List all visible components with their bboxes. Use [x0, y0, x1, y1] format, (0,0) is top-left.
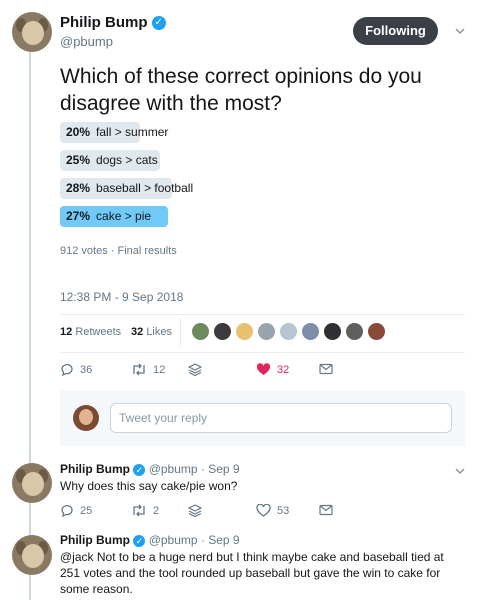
divider	[60, 352, 465, 353]
retweet-count: 2	[153, 504, 160, 517]
stack-icon	[188, 363, 202, 376]
reply-header: Philip Bump ✓ @pbump · Sep 9	[60, 462, 240, 476]
reply-text: @jack Not to be a huge nerd but I think …	[60, 550, 444, 596]
verified-icon: ✓	[151, 16, 166, 31]
like-action[interactable]: 32	[256, 363, 289, 376]
like-action[interactable]: 53	[256, 504, 289, 517]
likes-count: 32	[131, 326, 144, 338]
retweets-label: Retweets	[75, 326, 122, 338]
reply-author-avatar[interactable]	[12, 535, 52, 575]
verified-icon: ✓	[133, 463, 146, 476]
liker-avatar[interactable]	[280, 323, 297, 341]
verified-icon: ✓	[133, 534, 146, 547]
poll-option: 20% fall > summer	[60, 122, 360, 143]
message-action[interactable]	[319, 504, 339, 516]
reply-count: 25	[80, 504, 93, 517]
reply-input[interactable]: Tweet your reply	[110, 403, 452, 433]
liker-avatar[interactable]	[192, 323, 209, 341]
message-icon	[319, 504, 333, 516]
likes-label: Likes	[146, 326, 172, 338]
retweets-stat[interactable]: 12 Retweets	[60, 326, 121, 338]
dot-separator: ·	[200, 533, 205, 547]
liker-avatar[interactable]	[258, 323, 275, 341]
reply-author-handle[interactable]: @pbump	[149, 533, 198, 547]
poll-option-text: 25% dogs > cats	[66, 150, 158, 171]
chevron-down-icon[interactable]	[454, 26, 466, 36]
poll-percent: 28%	[66, 181, 91, 195]
reply-author-avatar[interactable]	[12, 463, 52, 503]
poll-label: fall > summer	[96, 125, 169, 139]
reply-count: 36	[80, 363, 93, 376]
retweet-action[interactable]: 2	[131, 504, 159, 517]
poll-label: cake > pie	[96, 209, 152, 223]
liker-avatar[interactable]	[236, 323, 253, 341]
poll: 20% fall > summer 25% dogs > cats 28% basebal…	[60, 122, 360, 232]
poll-percent: 25%	[66, 153, 91, 167]
poll-option: 28% baseball > football	[60, 178, 360, 199]
liker-avatar[interactable]	[302, 323, 319, 341]
message-icon	[319, 363, 333, 375]
liker-avatar[interactable]	[214, 323, 231, 341]
poll-option-text: 27% cake > pie	[66, 206, 151, 227]
reply-action[interactable]: 36	[60, 363, 92, 376]
author-avatar[interactable]	[12, 12, 52, 52]
poll-option-text: 28% baseball > football	[66, 178, 193, 199]
reply-text: Why does this say cake/pie won?	[60, 479, 238, 493]
reply-header: Philip Bump ✓ @pbump · Sep 9	[60, 533, 240, 547]
reply-date[interactable]: Sep 9	[208, 533, 239, 547]
like-icon	[256, 363, 271, 375]
divider	[60, 314, 465, 315]
poll-label: baseball > football	[96, 181, 194, 195]
liker-avatar[interactable]	[346, 323, 363, 341]
stack-action[interactable]	[188, 363, 208, 376]
retweet-icon	[133, 363, 145, 376]
message-action[interactable]	[319, 363, 339, 375]
stats-separator	[180, 318, 181, 346]
poll-option-text: 20% fall > summer	[66, 122, 168, 143]
reply-icon	[61, 363, 73, 376]
poll-percent: 27%	[66, 209, 91, 223]
likes-stat[interactable]: 32 Likes	[131, 326, 172, 338]
reply-date[interactable]: Sep 9	[208, 462, 239, 476]
reply-author-name[interactable]: Philip Bump	[60, 462, 130, 476]
like-count: 53	[277, 504, 290, 517]
like-icon	[256, 504, 271, 517]
author-name[interactable]: Philip Bump	[60, 14, 148, 31]
liker-avatars[interactable]	[192, 323, 390, 341]
tweet-text: Which of these correct opinions do you d…	[60, 65, 422, 115]
following-button[interactable]: Following	[353, 17, 438, 45]
reply-composer: Tweet your reply	[60, 390, 465, 446]
reply-action[interactable]: 25	[60, 504, 92, 517]
reply-icon	[61, 504, 73, 517]
retweet-action[interactable]: 12	[131, 363, 165, 376]
author-name-row[interactable]: Philip Bump ✓	[60, 14, 166, 31]
retweets-count: 12	[60, 326, 73, 338]
like-count: 32	[277, 363, 290, 376]
poll-meta: 912 votes · Final results	[60, 245, 177, 257]
reply-author-name[interactable]: Philip Bump	[60, 533, 130, 547]
liker-avatar[interactable]	[368, 323, 385, 341]
tweet-timestamp[interactable]: 12:38 PM - 9 Sep 2018	[60, 290, 183, 304]
author-handle[interactable]: @pbump	[60, 34, 113, 49]
thread-line	[29, 50, 31, 600]
poll-option: 25% dogs > cats	[60, 150, 360, 171]
stack-action[interactable]	[188, 504, 208, 517]
chevron-down-icon[interactable]	[454, 466, 466, 476]
retweet-count: 12	[153, 363, 166, 376]
reply-author-handle[interactable]: @pbump	[149, 462, 198, 476]
user-avatar	[73, 405, 99, 431]
liker-avatar[interactable]	[324, 323, 341, 341]
poll-option: 27% cake > pie	[60, 206, 360, 227]
poll-label: dogs > cats	[96, 153, 158, 167]
dot-separator: ·	[200, 462, 205, 476]
poll-percent: 20%	[66, 125, 91, 139]
retweet-icon	[133, 504, 145, 517]
stack-icon	[188, 504, 202, 517]
